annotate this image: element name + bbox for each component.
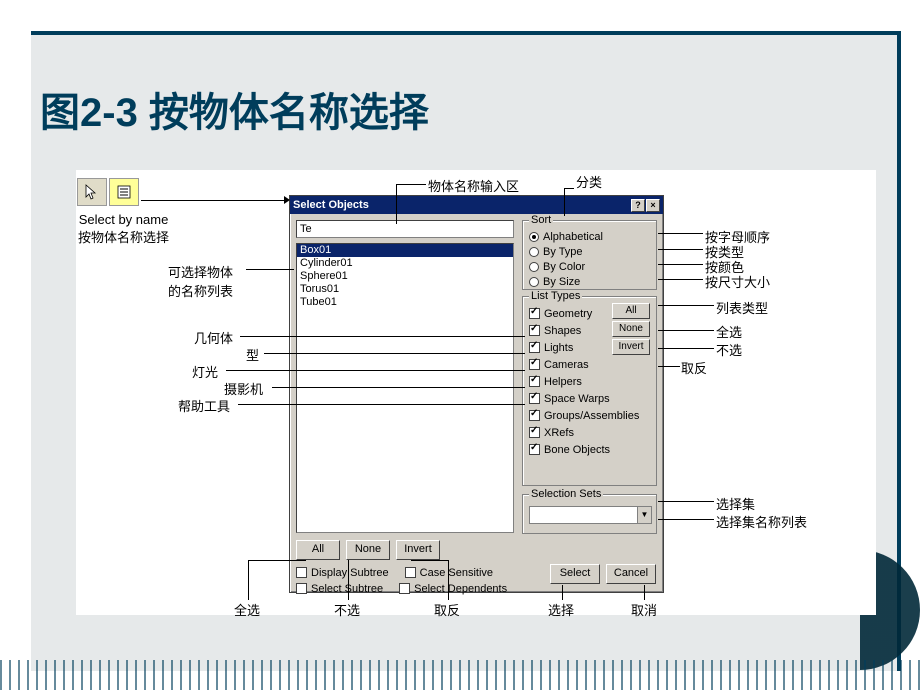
close-button[interactable]: × xyxy=(646,199,660,212)
toolbar xyxy=(77,178,139,206)
callout-b-invert: 取反 xyxy=(434,600,460,619)
callout-sort: 分类 xyxy=(576,172,602,191)
checkbox-icon xyxy=(405,567,416,578)
sort-by-size[interactable]: By Size xyxy=(529,274,650,289)
help-button[interactable]: ? xyxy=(631,199,645,212)
select-button[interactable]: Select xyxy=(550,564,600,584)
type-xrefs[interactable]: XRefs xyxy=(529,424,650,441)
list-icon xyxy=(115,183,133,201)
checkbox-icon xyxy=(399,583,410,594)
callout-b-none: 不选 xyxy=(334,600,360,619)
cancel-button[interactable]: Cancel xyxy=(606,564,656,584)
all-button[interactable]: All xyxy=(296,540,340,560)
callout-list-names: 可选择物体 的名称列表 xyxy=(168,262,233,300)
list-item[interactable]: Torus01 xyxy=(297,283,513,296)
object-name-list[interactable]: Box01 Cylinder01 Sphere01 Torus01 Tube01 xyxy=(296,243,514,533)
name-search-input[interactable] xyxy=(296,220,514,238)
list-types-all-button[interactable]: All xyxy=(612,303,650,319)
callout-geometry: 几何体 xyxy=(194,328,233,347)
callout-b-cancel: 取消 xyxy=(631,600,657,619)
sort-legend: Sort xyxy=(529,214,553,226)
type-groups[interactable]: Groups/Assemblies xyxy=(529,407,650,424)
figure-area: Select Objects ? × Box01 Cylinder01 Sphe… xyxy=(76,170,876,615)
checkbox-icon xyxy=(529,359,540,370)
checkbox-icon xyxy=(529,427,540,438)
callout-invert: 取反 xyxy=(681,358,707,377)
callout-lights: 灯光 xyxy=(192,362,218,381)
callout-list-types: 列表类型 xyxy=(716,298,768,317)
callout-selsets: 选择集 xyxy=(716,494,755,513)
callout-selsets-list: 选择集名称列表 xyxy=(716,512,807,531)
selection-sets-combo[interactable]: ▼ xyxy=(529,506,652,524)
callout-shapes: 型 xyxy=(246,345,259,364)
radio-icon xyxy=(529,247,539,257)
list-types-none-button[interactable]: None xyxy=(612,321,650,337)
type-space-warps[interactable]: Space Warps xyxy=(529,390,650,407)
select-by-name-button[interactable] xyxy=(109,178,139,206)
select-dependents-checkbox[interactable]: Select Dependents xyxy=(399,580,507,597)
checkbox-icon xyxy=(529,393,540,404)
cursor-icon xyxy=(83,183,101,201)
callout-b-all: 全选 xyxy=(234,600,260,619)
dialog-title: Select Objects xyxy=(293,199,369,211)
sort-by-color[interactable]: By Color xyxy=(529,259,650,274)
select-object-button[interactable] xyxy=(77,178,107,206)
callout-name-input: 物体名称输入区 xyxy=(428,176,519,195)
invert-button[interactable]: Invert xyxy=(396,540,440,560)
selection-sets-group: Selection Sets ▼ xyxy=(522,494,657,534)
list-item[interactable]: Cylinder01 xyxy=(297,257,513,270)
checkbox-icon xyxy=(529,410,540,421)
checkbox-icon xyxy=(529,376,540,387)
list-types-invert-button[interactable]: Invert xyxy=(612,339,650,355)
select-objects-dialog: Select Objects ? × Box01 Cylinder01 Sphe… xyxy=(289,195,664,593)
type-helpers[interactable]: Helpers xyxy=(529,373,650,390)
selection-sets-legend: Selection Sets xyxy=(529,488,603,500)
radio-icon xyxy=(529,277,539,287)
list-types-group: List Types Geometry Shapes Lights Camera… xyxy=(522,296,657,486)
list-item[interactable]: Box01 xyxy=(297,244,513,257)
checkbox-icon xyxy=(529,342,540,353)
dialog-titlebar[interactable]: Select Objects ? × xyxy=(290,196,663,214)
callout-select-by-name: Select by name 按物体名称选择 xyxy=(78,212,169,246)
checkbox-icon xyxy=(529,444,540,455)
type-bone-objects[interactable]: Bone Objects xyxy=(529,441,650,458)
checkbox-icon xyxy=(296,567,307,578)
slide-title: 图2-3 按物体名称选择 xyxy=(40,80,429,138)
type-cameras[interactable]: Cameras xyxy=(529,356,650,373)
list-types-legend: List Types xyxy=(529,290,582,302)
checkbox-icon xyxy=(529,308,540,319)
radio-icon xyxy=(529,262,539,272)
sort-group: Sort Alphabetical By Type By Color By Si… xyxy=(522,220,657,290)
callout-helpers: 帮助工具 xyxy=(178,396,230,415)
sort-by-type[interactable]: By Type xyxy=(529,244,650,259)
callout-none: 不选 xyxy=(716,340,742,359)
checkbox-icon xyxy=(296,583,307,594)
ruler-decoration xyxy=(0,660,920,690)
select-subtree-checkbox[interactable]: Select Subtree xyxy=(296,580,383,597)
callout-b-select: 选择 xyxy=(548,600,574,619)
list-item[interactable]: Tube01 xyxy=(297,296,513,309)
display-subtree-checkbox[interactable]: Display Subtree xyxy=(296,564,389,581)
list-item[interactable]: Sphere01 xyxy=(297,270,513,283)
callout-bysize: 按尺寸大小 xyxy=(705,272,770,291)
checkbox-icon xyxy=(529,325,540,336)
callout-all: 全选 xyxy=(716,322,742,341)
none-button[interactable]: None xyxy=(346,540,390,560)
chevron-down-icon: ▼ xyxy=(637,507,651,523)
sort-alphabetical[interactable]: Alphabetical xyxy=(529,229,650,244)
radio-icon xyxy=(529,232,539,242)
